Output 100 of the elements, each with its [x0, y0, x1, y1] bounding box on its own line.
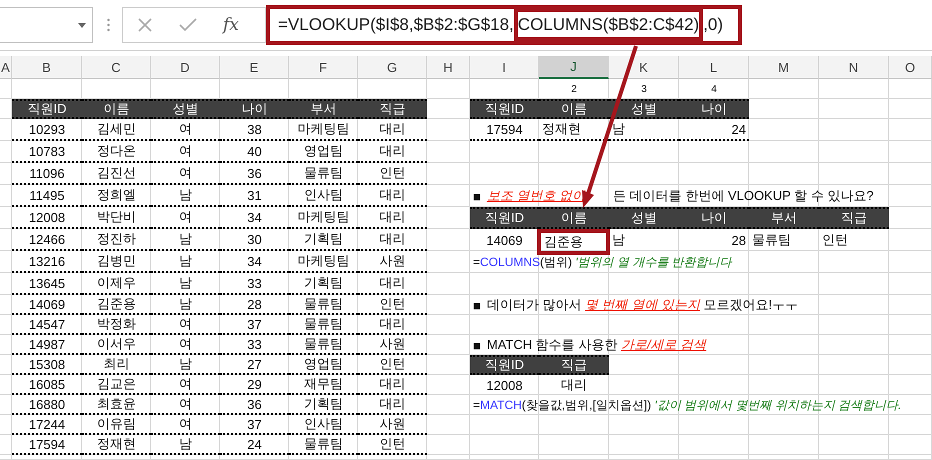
- table-cell: 김진선: [82, 163, 151, 185]
- table-cell: 재무팀: [289, 375, 358, 395]
- table-cell: 사원: [358, 251, 427, 273]
- column-header[interactable]: K: [609, 56, 679, 79]
- column-header[interactable]: C: [82, 56, 151, 79]
- table-cell: 16085: [12, 375, 82, 395]
- formula-note: =COLUMNS(범위) '범위의 열 개수를 반환합니다: [472, 254, 734, 271]
- table-cell: 남: [151, 273, 220, 295]
- table-cell: 16880: [12, 395, 82, 415]
- table-cell: 여: [151, 335, 220, 355]
- column-heading: 직원ID: [470, 355, 539, 375]
- column-header[interactable]: F: [289, 56, 358, 79]
- column-heading: 직원ID: [470, 99, 539, 119]
- table-cell: 14987: [12, 335, 82, 355]
- table-cell: 김준용: [82, 295, 151, 315]
- table-cell-text: 남: [611, 231, 626, 249]
- table-cell: 여: [151, 141, 220, 163]
- table-cell: 29: [220, 375, 289, 395]
- table-cell-text: 4: [710, 82, 718, 96]
- table-cell: 37: [220, 415, 289, 435]
- table-cell: 인턴: [358, 435, 427, 455]
- table-cell: 남: [151, 185, 220, 207]
- name-box[interactable]: [0, 7, 93, 43]
- table-cell: 34: [220, 207, 289, 229]
- table-cell: 물류팀: [289, 435, 358, 455]
- column-heading: 성별: [151, 99, 220, 119]
- table-cell: 정희엘: [82, 185, 151, 207]
- formula-note: =MATCH(찾을값,범위,[일치옵션]) '값이 범위에서 몇번째 위치하는지 검색합니다.: [472, 396, 902, 414]
- table-cell: 대리: [358, 141, 427, 163]
- table-cell: 24: [220, 435, 289, 455]
- table-cell: 물류팀: [289, 295, 358, 315]
- table-cell: 11096: [12, 163, 82, 185]
- table-cell: 12008: [12, 207, 82, 229]
- table-cell: 남: [609, 119, 679, 141]
- table-cell: 김병민: [82, 251, 151, 273]
- table-cell: 남: [151, 295, 220, 315]
- table-cell: 여: [151, 163, 220, 185]
- table-cell: 정재현: [82, 435, 151, 455]
- square-bullet: ■: [473, 298, 481, 312]
- column-header[interactable]: B: [12, 56, 82, 79]
- table-cell: 13645: [12, 273, 82, 295]
- table-cell: 38: [220, 119, 289, 141]
- table-cell: 대리: [358, 315, 427, 335]
- table-cell: 대리: [358, 229, 427, 251]
- cancel-icon[interactable]: [137, 17, 153, 33]
- table-cell: 14547: [12, 315, 82, 335]
- column-header[interactable]: A: [0, 56, 12, 79]
- square-bullet: ■: [473, 338, 481, 352]
- table-cell: 인사팀: [289, 415, 358, 435]
- table-cell-text: 대리: [560, 376, 588, 394]
- table-cell: 남: [151, 229, 220, 251]
- table-cell: 10293: [12, 119, 82, 141]
- table-cell: 30: [220, 229, 289, 251]
- table-cell: 남: [151, 251, 220, 273]
- column-heading: 직원ID: [12, 99, 82, 119]
- table-cell: 마케팅팀: [289, 207, 358, 229]
- column-header[interactable]: M: [749, 56, 819, 79]
- table-cell: 김세민: [82, 119, 151, 141]
- formula-field[interactable]: =VLOOKUP($I$8,$B$2:$G$18, COLUMNS($B$2:C$42) ,0): [266, 5, 742, 45]
- column-header[interactable]: I: [470, 56, 539, 79]
- column-header[interactable]: H: [427, 56, 470, 79]
- table-cell: 14069: [12, 295, 82, 315]
- column-heading: 부서: [289, 99, 358, 119]
- table-cell: 27: [220, 355, 289, 375]
- table-cell: 대리: [358, 207, 427, 229]
- check-icon[interactable]: [179, 18, 197, 32]
- column-heading: 이름: [539, 99, 609, 119]
- table-cell: 물류팀: [289, 335, 358, 355]
- table-cell: 박단비: [82, 207, 151, 229]
- column-heading: 이름: [539, 207, 609, 229]
- column-header[interactable]: N: [819, 56, 889, 79]
- table-cell: 기획팀: [289, 229, 358, 251]
- column-header[interactable]: D: [151, 56, 220, 79]
- table-cell: 여: [151, 395, 220, 415]
- table-cell: 17594: [12, 435, 82, 455]
- table-cell: 10783: [12, 141, 82, 163]
- grip-icon: [107, 18, 110, 32]
- column-header[interactable]: G: [358, 56, 427, 79]
- column-heading: 성별: [609, 207, 679, 229]
- table-cell: 사원: [358, 415, 427, 435]
- column-header[interactable]: L: [679, 56, 749, 79]
- table-cell: 여: [151, 119, 220, 141]
- table-cell-text: 12008: [485, 376, 524, 394]
- table-cell: 정다온: [82, 141, 151, 163]
- table-cell: 대리: [358, 375, 427, 395]
- table-cell: 기획팀: [289, 395, 358, 415]
- table-cell: 사원: [358, 335, 427, 355]
- insert-function-button[interactable]: fx: [223, 15, 239, 35]
- column-header[interactable]: O: [889, 56, 932, 79]
- column-header[interactable]: J: [539, 56, 609, 79]
- table-cell: 정재현: [539, 119, 609, 141]
- table-cell: 남: [151, 355, 220, 375]
- table-cell-text: 2: [570, 82, 578, 96]
- table-cell: 물류팀: [289, 315, 358, 335]
- table-cell: 여: [151, 207, 220, 229]
- column-header[interactable]: E: [220, 56, 289, 79]
- table-cell: 36: [220, 163, 289, 185]
- table-cell-text: 14069: [485, 232, 524, 250]
- square-bullet: ■: [473, 188, 481, 204]
- table-cell: 17594: [470, 119, 539, 141]
